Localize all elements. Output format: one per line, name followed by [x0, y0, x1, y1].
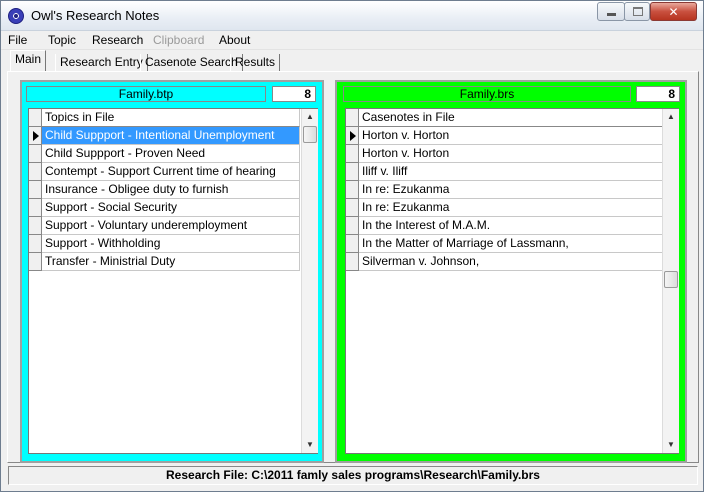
- scroll-up-icon[interactable]: ▲: [663, 109, 679, 125]
- row-indicator[interactable]: [29, 253, 42, 271]
- casenote-cell[interactable]: Horton v. Horton: [359, 127, 665, 145]
- app-window: Owl's Research Notes ✕ File Topic Resear…: [0, 0, 704, 492]
- topic-cell[interactable]: Insurance - Obligee duty to furnish: [42, 181, 300, 199]
- menu-topic[interactable]: Topic: [48, 33, 76, 47]
- tab-casenote-search[interactable]: Casenote Search: [140, 54, 243, 72]
- menu-research[interactable]: Research: [92, 33, 143, 47]
- close-button[interactable]: ✕: [650, 2, 697, 21]
- maximize-button[interactable]: [624, 2, 650, 21]
- row-indicator[interactable]: [29, 145, 42, 163]
- close-icon: ✕: [668, 5, 679, 19]
- casenotes-column-header[interactable]: Casenotes in File: [359, 109, 665, 127]
- topic-cell[interactable]: Child Suppport - Intentional Unemploymen…: [42, 127, 300, 145]
- casenotes-grid[interactable]: Casenotes in File Horton v. Horton Horton…: [345, 108, 679, 454]
- scroll-down-icon[interactable]: ▼: [302, 437, 318, 453]
- current-row-arrow-icon: [33, 131, 39, 141]
- row-indicator[interactable]: [29, 181, 42, 199]
- scroll-up-icon[interactable]: ▲: [302, 109, 318, 125]
- row-indicator[interactable]: [346, 127, 359, 145]
- topics-count: 8: [272, 86, 316, 102]
- menu-file[interactable]: File: [8, 33, 27, 47]
- row-indicator: [346, 109, 359, 127]
- row-indicator[interactable]: [29, 163, 42, 181]
- topics-scrollbar[interactable]: ▲ ▼: [301, 109, 318, 453]
- row-indicator[interactable]: [29, 235, 42, 253]
- topics-file-name: Family.btp: [26, 86, 266, 102]
- topic-cell[interactable]: Support - Voluntary underemployment: [42, 217, 300, 235]
- topic-cell[interactable]: Support - Social Security: [42, 199, 300, 217]
- casenote-cell[interactable]: In the Matter of Marriage of Lassmann,: [359, 235, 665, 253]
- casenotes-scrollbar[interactable]: ▲ ▼: [662, 109, 679, 453]
- scroll-thumb[interactable]: [303, 126, 317, 143]
- row-indicator[interactable]: [29, 127, 42, 145]
- casenote-cell[interactable]: Horton v. Horton: [359, 145, 665, 163]
- menu-clipboard[interactable]: Clipboard: [153, 33, 204, 47]
- casenote-cell[interactable]: In re: Ezukanma: [359, 181, 665, 199]
- tab-main[interactable]: Main: [10, 50, 47, 72]
- window-title: Owl's Research Notes: [31, 8, 160, 23]
- casenote-cell[interactable]: In the Interest of M.A.M.: [359, 217, 665, 235]
- casenotes-count: 8: [636, 86, 680, 102]
- scroll-thumb[interactable]: [664, 271, 678, 288]
- maximize-icon: [633, 7, 643, 16]
- casenote-cell[interactable]: Silverman v. Johnson,: [359, 253, 665, 271]
- owl-app-icon[interactable]: [8, 8, 24, 24]
- minimize-button[interactable]: [597, 2, 625, 21]
- title-bar[interactable]: Owl's Research Notes ✕: [1, 1, 703, 31]
- row-indicator[interactable]: [29, 217, 42, 235]
- casenotes-panel: Family.brs 8 Casenotes in File Horton v.…: [335, 80, 687, 463]
- row-indicator[interactable]: [346, 163, 359, 181]
- row-indicator[interactable]: [346, 253, 359, 271]
- minimize-icon: [607, 13, 616, 16]
- topics-grid[interactable]: Topics in File Child Suppport - Intentio…: [28, 108, 318, 454]
- menu-bar: File Topic Research Clipboard About: [1, 31, 703, 50]
- topics-column-header[interactable]: Topics in File: [42, 109, 300, 127]
- row-indicator[interactable]: [346, 217, 359, 235]
- tab-results[interactable]: Results: [230, 54, 281, 72]
- tab-research-entry[interactable]: Research Entry: [55, 54, 148, 72]
- menu-about[interactable]: About: [219, 33, 250, 47]
- row-indicator[interactable]: [346, 235, 359, 253]
- casenote-cell[interactable]: In re: Ezukanma: [359, 199, 665, 217]
- row-indicator: [29, 109, 42, 127]
- row-indicator[interactable]: [346, 181, 359, 199]
- topic-cell[interactable]: Transfer - Ministrial Duty: [42, 253, 300, 271]
- topic-cell[interactable]: Child Suppport - Proven Need: [42, 145, 300, 163]
- topic-cell[interactable]: Support - Withholding: [42, 235, 300, 253]
- casenote-cell[interactable]: Iliff v. Iliff: [359, 163, 665, 181]
- current-row-arrow-icon: [350, 131, 356, 141]
- topic-cell[interactable]: Contempt - Support Current time of heari…: [42, 163, 300, 181]
- row-indicator[interactable]: [346, 199, 359, 217]
- casenotes-file-name: Family.brs: [343, 86, 631, 102]
- tab-strip: Main Research Entry Casenote Search Resu…: [7, 50, 697, 72]
- status-bar: Research File: C:\2011 famly sales progr…: [8, 466, 698, 485]
- row-indicator[interactable]: [29, 199, 42, 217]
- topics-panel: Family.btp 8 Topics in File Child Supppo…: [20, 80, 324, 463]
- row-indicator[interactable]: [346, 145, 359, 163]
- scroll-down-icon[interactable]: ▼: [663, 437, 679, 453]
